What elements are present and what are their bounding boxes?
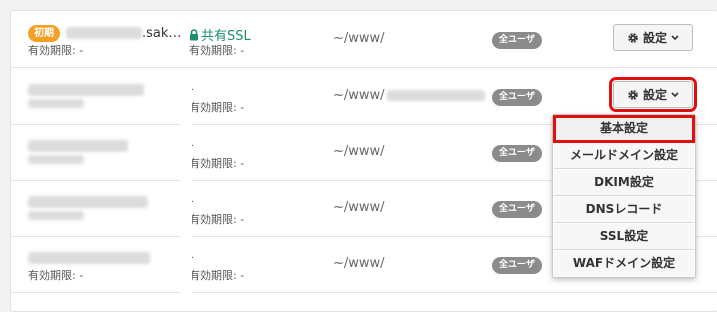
doc-root-path: ~/www/ xyxy=(333,256,385,271)
domain-name[interactable] xyxy=(28,194,148,210)
redacted-expiry xyxy=(28,211,84,220)
settings-button[interactable]: 設定 xyxy=(613,24,693,51)
redacted-expiry xyxy=(28,99,84,108)
menu-item-basic-settings[interactable]: 基本設定 xyxy=(553,115,695,143)
domain-name[interactable] xyxy=(28,82,144,98)
lock-icon xyxy=(190,28,198,40)
user-scope-badge: 全ユーザ xyxy=(492,257,542,274)
chevron-down-icon xyxy=(671,34,679,40)
domain-suffix: .sak… xyxy=(142,25,182,41)
user-scope-badge: 全ユーザ xyxy=(492,145,542,162)
user-scope-badge: 全ユーザ xyxy=(492,201,542,218)
doc-root-path: ~/www/ xyxy=(333,144,385,159)
menu-item-dkim-settings[interactable]: DKIM設定 xyxy=(554,170,694,196)
menu-item-ssl-settings[interactable]: SSL設定 xyxy=(554,224,694,250)
settings-dropdown-menu: 基本設定 メールドメイン設定 DKIM設定 DNSレコード SSL設定 WAFド… xyxy=(552,114,696,278)
domain-expiry: 有効期限: - xyxy=(28,269,84,282)
domain-name[interactable]: 初期 .sak… xyxy=(28,24,182,42)
table-row: 初期 .sak… 有効期限: - 共有SSL 有効期限: - ~/www/ 全ユ… xyxy=(11,11,717,68)
redacted-domain xyxy=(66,27,142,39)
path-prefix: ~/www/ xyxy=(333,88,385,103)
menu-item-dns-records[interactable]: DNSレコード xyxy=(554,197,694,223)
doc-root-path: ~/www/ xyxy=(333,88,485,103)
ssl-expiry: 有効期限: - xyxy=(189,213,245,226)
ssl-expiry: 有効期限: - xyxy=(189,101,245,114)
domain-name[interactable] xyxy=(28,138,128,154)
menu-item-waf-domain-settings[interactable]: WAFドメイン設定 xyxy=(554,251,694,276)
redacted-expiry xyxy=(28,155,84,164)
ssl-expiry: 有効期限: - xyxy=(189,44,245,57)
redacted-domain xyxy=(28,140,128,152)
redacted-path xyxy=(386,90,485,101)
initial-tag: 初期 xyxy=(28,24,60,42)
settings-label: 設定 xyxy=(642,31,667,45)
doc-root-path: ~/www/ xyxy=(333,31,385,46)
redacted-domain xyxy=(28,196,148,208)
menu-item-mail-domain-settings[interactable]: メールドメイン設定 xyxy=(554,143,694,169)
chevron-down-icon xyxy=(671,91,679,97)
domain-name[interactable] xyxy=(28,250,150,266)
column-gap xyxy=(181,69,192,299)
ssl-expiry: 有効期限: - xyxy=(189,157,245,170)
user-scope-badge: 全ユーザ xyxy=(492,89,542,106)
domain-expiry: 有効期限: - xyxy=(28,44,84,57)
doc-root-path: ~/www/ xyxy=(333,200,385,215)
ssl-expiry: 有効期限: - xyxy=(189,269,245,282)
user-scope-badge: 全ユーザ xyxy=(492,32,542,49)
gear-icon xyxy=(628,89,638,100)
redacted-domain xyxy=(28,84,144,96)
redacted-domain xyxy=(28,252,150,264)
gear-icon xyxy=(628,32,638,43)
settings-button-open[interactable]: 設定 xyxy=(609,77,697,112)
settings-label: 設定 xyxy=(642,88,667,102)
